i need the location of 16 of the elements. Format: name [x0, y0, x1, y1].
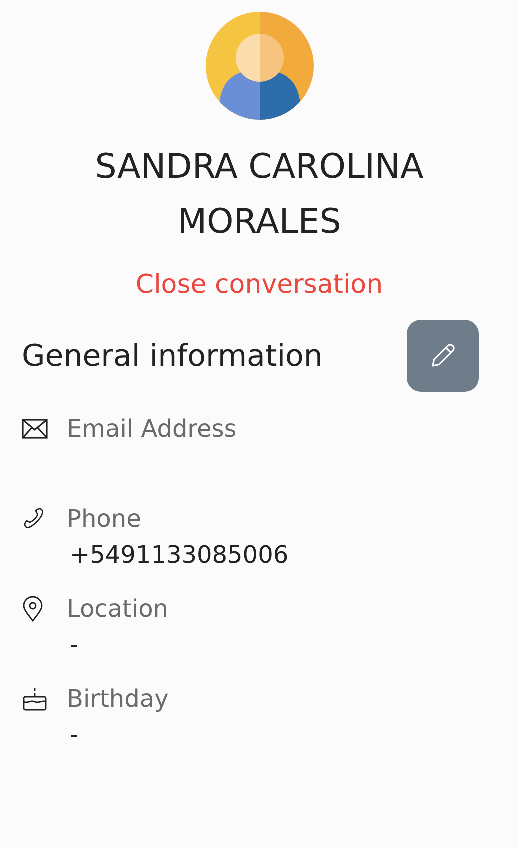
field-value: - — [70, 631, 79, 659]
section-title: General information — [22, 338, 323, 374]
close-conversation-link[interactable]: Close conversation — [136, 267, 384, 303]
phone-icon — [22, 507, 46, 531]
field-label: Email Address — [67, 415, 237, 443]
avatar-icon — [206, 12, 314, 120]
field-label: Location — [67, 595, 169, 623]
field-label: Birthday — [67, 685, 169, 713]
field-label: Phone — [67, 505, 142, 533]
edit-button[interactable] — [407, 320, 479, 392]
field-value: +5491133085006 — [70, 541, 289, 569]
field-value: - — [70, 721, 79, 749]
envelope-icon — [22, 419, 48, 439]
location-pin-icon — [22, 596, 44, 622]
contact-name: SANDRA CAROLINA MORALES — [94, 146, 425, 244]
cake-icon — [22, 686, 48, 712]
